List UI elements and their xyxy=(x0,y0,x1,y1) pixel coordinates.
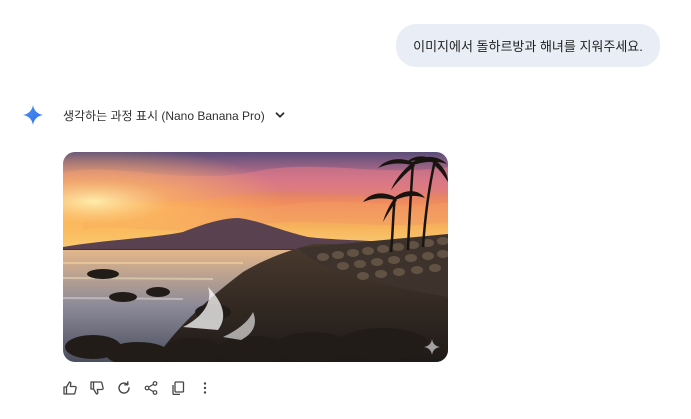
show-thinking-toggle[interactable]: 생각하는 과정 표시 (Nano Banana Pro) xyxy=(63,107,286,124)
user-message-bubble: 이미지에서 돌하르방과 해녀를 지워주세요. xyxy=(396,24,660,67)
thumbs-up-icon[interactable] xyxy=(60,378,80,398)
gemini-spark-icon xyxy=(22,104,44,126)
thinking-label: 생각하는 과정 표시 (Nano Banana Pro) xyxy=(63,108,265,123)
chat-page: 이미지에서 돌하르방과 해녀를 지워주세요. 생각하는 과정 표시 (Nano … xyxy=(0,0,691,419)
more-vert-icon[interactable] xyxy=(195,378,215,398)
thumbs-down-icon[interactable] xyxy=(87,378,107,398)
share-icon[interactable] xyxy=(141,378,161,398)
response-action-bar xyxy=(60,378,222,398)
assistant-header: 생각하는 과정 표시 (Nano Banana Pro) xyxy=(22,101,286,129)
chevron-down-icon xyxy=(274,109,286,121)
generated-image[interactable] xyxy=(63,152,448,362)
copy-icon[interactable] xyxy=(168,378,188,398)
regenerate-icon[interactable] xyxy=(114,378,134,398)
user-message-text: 이미지에서 돌하르방과 해녀를 지워주세요. xyxy=(413,39,643,54)
sunset-coast-illustration xyxy=(63,152,448,362)
